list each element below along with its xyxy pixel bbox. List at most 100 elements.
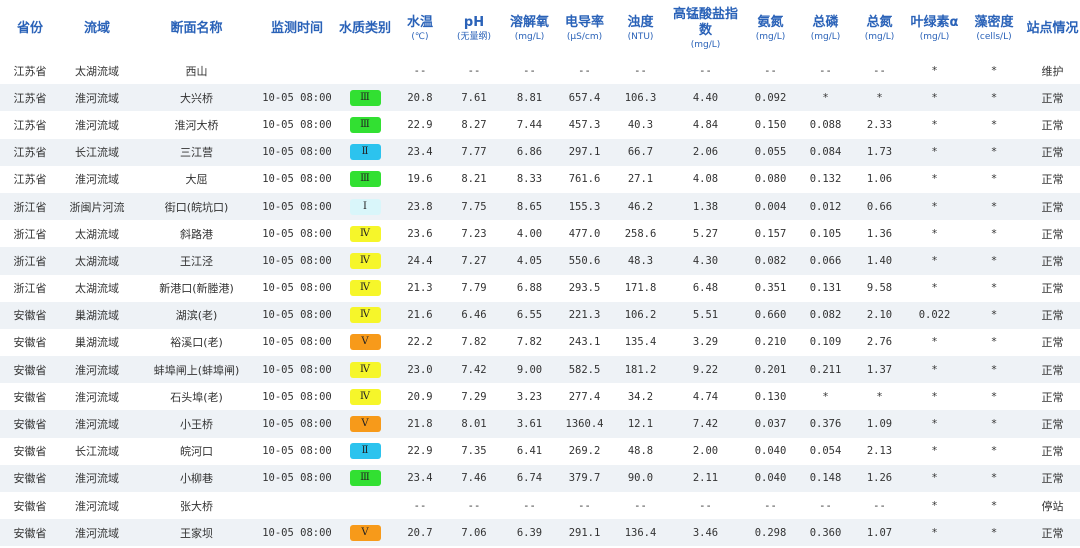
column-header-unit: (℃) xyxy=(411,31,429,42)
table-row[interactable]: 安徽省 巢湖流域 裕溪口(老) 10-05 08:00 Ⅴ 22.2 7.82 7.82 243… xyxy=(0,329,1080,356)
water-class-badge: Ⅳ xyxy=(349,280,381,297)
cell-province: 江苏省 xyxy=(13,64,47,78)
cell-province: 江苏省 xyxy=(13,118,47,132)
cell-tn: 1.37 xyxy=(853,356,906,384)
cell-do: 8.33 xyxy=(516,173,543,186)
cell-wq: Ⅲ xyxy=(335,84,395,112)
cell-section: 小王桥 xyxy=(134,410,259,438)
cell-cond: 477.0 xyxy=(568,227,601,240)
cell-time: 10-05 08:00 xyxy=(259,84,335,112)
table-row[interactable]: 安徽省 淮河流域 王家坝 10-05 08:00 Ⅴ 20.7 7.06 6.39 291.1 1… xyxy=(0,519,1080,547)
column-header: 总氮 (mg/L) xyxy=(853,0,906,57)
column-header-label: 叶绿素α xyxy=(910,14,959,30)
cell-nh3: 0.351 xyxy=(754,282,787,295)
cell-tp: -- xyxy=(819,499,832,512)
cell-time: 10-05 08:00 xyxy=(259,464,335,492)
cell-wq: Ⅳ xyxy=(335,247,395,275)
table-row[interactable]: 安徽省 巢湖流域 湖滨(老) 10-05 08:00 Ⅳ 21.6 6.46 6.55 221.… xyxy=(0,301,1080,329)
cell-basin: 淮河流域 xyxy=(60,410,134,438)
cell-ph: 7.79 xyxy=(461,282,487,295)
cell-ph: -- xyxy=(467,64,481,77)
cell-tp: 0.082 xyxy=(798,301,853,329)
cell-wq: Ⅳ xyxy=(335,356,395,384)
table-row[interactable]: 江苏省 淮河流域 淮河大桥 10-05 08:00 Ⅲ 22.9 8.27 7.44 457.3… xyxy=(0,111,1080,138)
cell-temp: 22.2 xyxy=(407,336,433,349)
cell-chla: * xyxy=(931,227,938,240)
cell-chla: * xyxy=(906,247,963,275)
cell-tp: 0.105 xyxy=(809,227,842,240)
table-row[interactable]: 安徽省 淮河流域 蚌埠闸上(蚌埠闸) 10-05 08:00 Ⅳ 23.0 7.42 9.00… xyxy=(0,356,1080,384)
cell-tn: * xyxy=(876,390,883,403)
water-class-badge: Ⅳ xyxy=(349,361,381,378)
table-row[interactable]: 浙江省 太湖流域 王江泾 10-05 08:00 Ⅳ 24.4 7.27 4.05 550.6 4… xyxy=(0,247,1080,275)
cell-tn: -- xyxy=(873,499,886,512)
cell-chla: 0.022 xyxy=(906,301,963,329)
water-class-badge: Ⅲ xyxy=(349,171,381,188)
cell-time: 10-05 08:00 xyxy=(259,247,335,275)
cell-basin: 淮河流域 xyxy=(60,464,134,492)
cell-time xyxy=(259,57,335,84)
cell-section: 小柳巷 xyxy=(134,464,259,492)
table-row[interactable]: 江苏省 太湖流域 西山 -- -- -- -- -- -- -- -- -- * * 维护 xyxy=(0,57,1080,84)
cell-codmn: 5.27 xyxy=(692,227,719,240)
table-row[interactable]: 安徽省 淮河流域 张大桥 -- -- -- -- -- -- -- -- -- * * 停站 xyxy=(0,492,1080,519)
cell-algae: * xyxy=(990,227,998,240)
cell-province: 浙江省 xyxy=(13,282,47,296)
table-row[interactable]: 安徽省 淮河流域 石头埠(老) 10-05 08:00 Ⅳ 20.9 7.29 3.23 277… xyxy=(0,383,1080,410)
table-row[interactable]: 安徽省 淮河流域 小王桥 10-05 08:00 Ⅴ 21.8 8.01 3.61 1360.4… xyxy=(0,410,1080,438)
cell-tn: * xyxy=(853,84,906,112)
cell-ph: 7.06 xyxy=(445,519,503,547)
table-row[interactable]: 浙江省 太湖流域 斜路港 10-05 08:00 Ⅳ 23.6 7.23 4.00 477.0 2… xyxy=(0,220,1080,247)
cell-turb: 40.3 xyxy=(627,118,654,131)
cell-temp: 21.3 xyxy=(407,282,433,295)
cell-ph: 7.75 xyxy=(445,192,503,221)
cell-temp: 23.4 xyxy=(395,138,445,166)
cell-basin: 淮河流域 xyxy=(60,356,134,384)
table-row[interactable]: 浙江省 太湖流域 新港口(新塍港) 10-05 08:00 Ⅳ 21.3 7.79 6.88 2… xyxy=(0,275,1080,302)
cell-chla: * xyxy=(931,445,938,458)
table-row[interactable]: 江苏省 淮河流域 大兴桥 10-05 08:00 Ⅲ 20.8 7.61 8.81 657.4 1… xyxy=(0,84,1080,112)
cell-chla: * xyxy=(931,499,938,512)
cell-codmn: 4.08 xyxy=(692,173,719,186)
column-header-label: 氨氮 xyxy=(757,14,784,30)
table-row[interactable]: 安徽省 长江流域 皖河口 10-05 08:00 Ⅱ 22.9 7.35 6.41 269.2 4… xyxy=(0,438,1080,465)
water-class-badge: Ⅳ xyxy=(349,252,381,269)
cell-section: 斜路港 xyxy=(180,227,213,241)
cell-basin: 太湖流域 xyxy=(75,282,119,296)
cell-turb: 181.2 xyxy=(613,356,668,384)
table-row[interactable]: 江苏省 长江流域 三江营 10-05 08:00 Ⅱ 23.4 7.77 6.86 297.1 6… xyxy=(0,138,1080,166)
cell-basin: 淮河流域 xyxy=(60,84,134,112)
column-header: 电导率 (μS/cm) xyxy=(556,0,613,57)
column-header-label: 总氮 xyxy=(866,14,893,30)
cell-temp: 22.9 xyxy=(407,445,433,458)
cell-status: 正常 xyxy=(1041,173,1064,187)
column-header: 水质类别 xyxy=(335,0,395,57)
water-class-badge: Ⅲ xyxy=(349,89,381,106)
cell-province: 浙江省 xyxy=(0,247,60,275)
cell-time: 10-05 08:00 xyxy=(259,519,335,547)
column-header-unit: (μS/cm) xyxy=(566,31,603,42)
cell-tp: 0.211 xyxy=(798,356,853,384)
cell-algae: * xyxy=(963,138,1025,166)
cell-province: 安徽省 xyxy=(13,445,47,459)
cell-turb: 12.1 xyxy=(613,410,668,438)
cell-status: 正常 xyxy=(1041,118,1064,132)
cell-province: 江苏省 xyxy=(0,84,60,112)
cell-province: 安徽省 xyxy=(13,336,47,350)
cell-tn: 9.58 xyxy=(866,282,893,295)
column-header-label: 省份 xyxy=(16,20,43,36)
table-row[interactable]: 安徽省 淮河流域 小柳巷 10-05 08:00 Ⅲ 23.4 7.46 6.74 379.7 9… xyxy=(0,464,1080,492)
cell-temp: 23.6 xyxy=(407,227,433,240)
cell-do: 7.82 xyxy=(516,336,543,349)
cell-basin: 长江流域 xyxy=(60,138,134,166)
column-header: 叶绿素α (mg/L) xyxy=(906,0,963,57)
table-row[interactable]: 江苏省 淮河流域 大屈 10-05 08:00 Ⅲ 19.6 8.21 8.33 761.6 27… xyxy=(0,166,1080,193)
cell-basin: 淮河流域 xyxy=(60,519,134,547)
table-row[interactable]: 浙江省 浙闽片河流 街口(皖坑口) 10-05 08:00 Ⅰ 23.8 7.75 8.65 1… xyxy=(0,192,1080,221)
cell-algae: * xyxy=(963,356,1025,384)
cell-turb: 171.8 xyxy=(624,282,657,295)
cell-province: 安徽省 xyxy=(13,390,47,404)
cell-algae: * xyxy=(963,464,1025,492)
cell-temp: -- xyxy=(413,499,427,512)
cell-turb: 106.3 xyxy=(613,84,668,112)
